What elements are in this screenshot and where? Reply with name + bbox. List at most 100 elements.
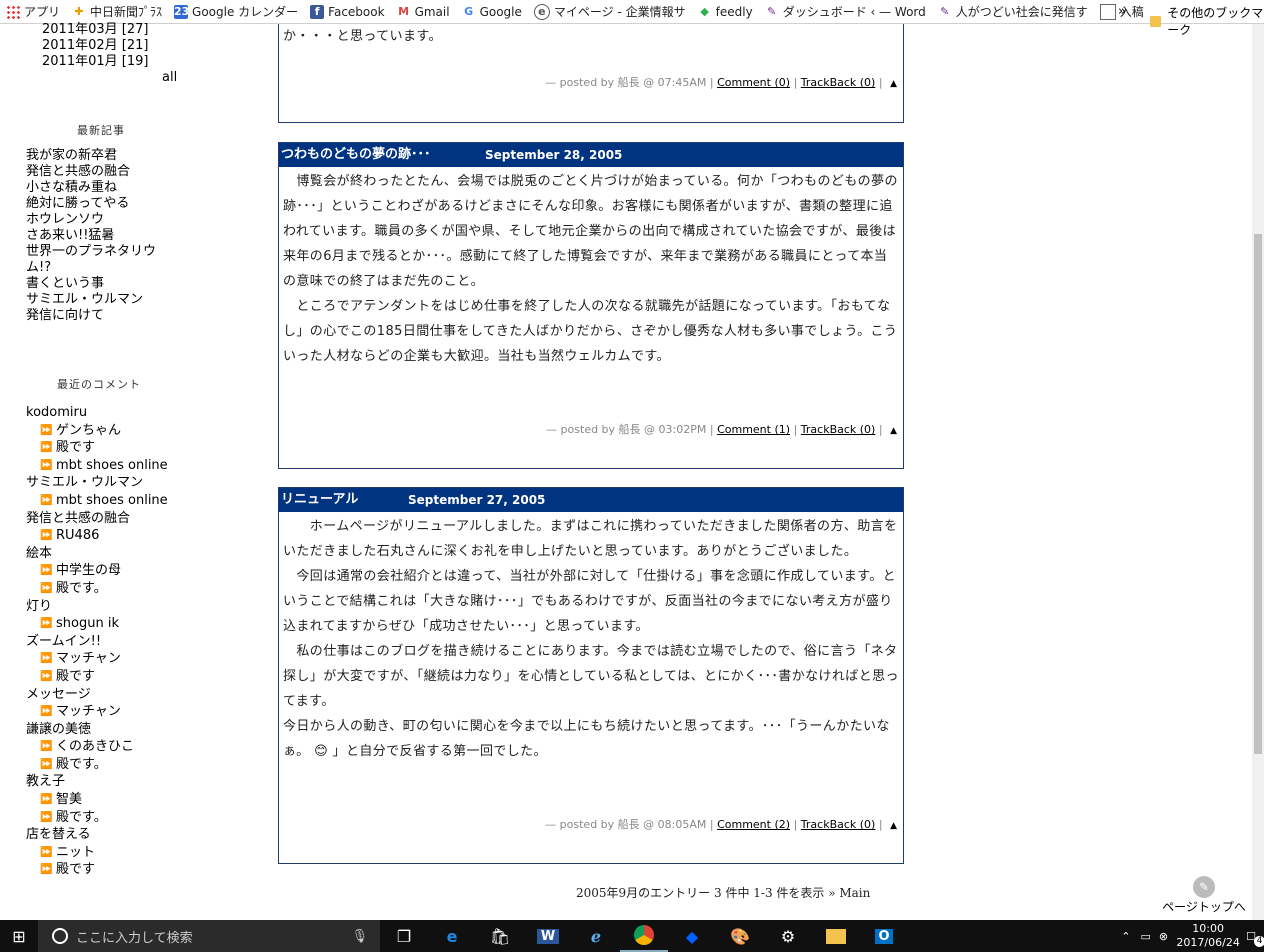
comment-item[interactable]: ⏩ 殿です <box>26 668 226 686</box>
comment-item[interactable]: ⏩ マッチャン <box>26 703 226 721</box>
post-title[interactable]: つわものどもの夢の跡･･･ <box>281 147 431 162</box>
comment-post-title[interactable]: 教え子 <box>26 773 226 791</box>
taskbar-ie[interactable]: ℯ <box>572 920 620 952</box>
recent-post-link[interactable]: サミエル・ウルマン <box>26 292 176 308</box>
comment-link[interactable]: Comment (2) <box>717 818 790 831</box>
scrollbar-thumb[interactable] <box>1254 234 1262 754</box>
comment-item[interactable]: ⏩ 殿です <box>26 439 226 457</box>
post-body: ホームページがリニューアルしました。まずはこれに携わっていただきました関係者の方… <box>279 512 903 764</box>
comment-item[interactable]: ⏩ mbt shoes online <box>26 492 226 510</box>
comment-item[interactable]: ⏩ 中学生の母 <box>26 562 226 580</box>
commenter-name: 中学生の母 <box>56 563 122 579</box>
taskbar-app[interactable]: ⚙ <box>764 920 812 952</box>
taskbar-outlook[interactable]: O <box>860 920 908 952</box>
bookmark-facebook[interactable]: f Facebook <box>310 4 385 19</box>
post-title[interactable]: リニューアル <box>281 492 358 507</box>
post-footer: — posted by 船長 @ 07:45AM | Comment (0) |… <box>545 76 897 89</box>
bookmark-dashboard[interactable]: ✎ ダッシュボード ‹ — Word <box>765 3 926 20</box>
comment-post-title[interactable]: 謙譲の美徳 <box>26 721 226 739</box>
comment-item[interactable]: ⏩ マッチャン <box>26 650 226 668</box>
trackback-link[interactable]: TrackBack (0) <box>801 818 876 831</box>
trackback-link[interactable]: TrackBack (0) <box>801 423 876 436</box>
recent-post-link[interactable]: ホウレンソウ <box>26 212 176 228</box>
taskbar-word[interactable]: W <box>524 920 572 952</box>
taskbar-chrome[interactable] <box>620 920 668 952</box>
comment-post-title[interactable]: 灯り <box>26 598 226 616</box>
chevron-up-icon[interactable]: ⌃ <box>1121 930 1130 943</box>
comment-post-title[interactable]: kodomiru <box>26 404 226 422</box>
post-paragraph: 博覧会が終わったとたん、会場では脱兎のごとく片づけが始まっている。何か「つわもの… <box>283 174 898 289</box>
archive-link[interactable]: 2011年02月 [21] <box>42 38 148 54</box>
comment-item[interactable]: ⏩ shogun ik <box>26 615 226 633</box>
taskbar-edge[interactable]: e <box>428 920 476 952</box>
recent-post-link[interactable]: 書くという事 <box>26 276 176 292</box>
back-to-top-icon[interactable]: ▲ <box>890 79 897 89</box>
post-paragraph: 私の仕事はこのブログを描き続けることにあります。今までは読む立場でしたので、俗に… <box>283 644 899 709</box>
comment-item[interactable]: ⏩ 殿です。 <box>26 809 226 827</box>
taskbar-store[interactable]: 🛍 <box>476 920 524 952</box>
comment-post-title[interactable]: 店を替える <box>26 826 226 844</box>
recent-post-link[interactable]: 絶対に勝ってやる <box>26 196 176 212</box>
microphone-icon[interactable]: 🎙 <box>351 929 368 944</box>
taskbar-search-box[interactable]: ここに入力して検索 🎙 <box>38 920 380 952</box>
back-to-top-icon[interactable]: ▲ <box>890 426 897 436</box>
bookmark-gmail[interactable]: M Gmail <box>397 5 450 19</box>
bookmark-google-calendar[interactable]: 23 Google カレンダー <box>174 3 298 20</box>
taskbar-explorer[interactable] <box>812 920 860 952</box>
archive-all-link[interactable]: all <box>162 70 177 85</box>
task-view-button[interactable]: ❐ <box>380 920 428 952</box>
archive-link[interactable]: 2011年03月 [27] <box>42 22 148 38</box>
taskbar-dropbox[interactable]: ◆ <box>668 920 716 952</box>
trackback-link[interactable]: TrackBack (0) <box>801 76 876 89</box>
bookmark-apps[interactable]: アプリ <box>6 3 60 20</box>
comment-post-title[interactable]: メッセージ <box>26 686 226 704</box>
back-to-top-icon[interactable]: ▲ <box>890 821 897 831</box>
comment-item[interactable]: ⏩ 殿です。 <box>26 756 226 774</box>
network-icon[interactable]: ▭ <box>1141 930 1151 943</box>
comment-post-title[interactable]: 発信と共感の融合 <box>26 510 226 528</box>
comment-item[interactable]: ⏩ ニット <box>26 844 226 862</box>
comment-item[interactable]: ⏩ 殿です <box>26 861 226 879</box>
recent-post-link[interactable]: 発信と共感の融合 <box>26 164 176 180</box>
comment-item[interactable]: ⏩ 智美 <box>26 791 226 809</box>
recent-post-link[interactable]: さあ来い!!猛暑 <box>26 228 176 244</box>
comment-item[interactable]: ⏩ 殿です。 <box>26 580 226 598</box>
comment-link[interactable]: Comment (1) <box>717 423 790 436</box>
comment-link[interactable]: Comment (0) <box>717 76 790 89</box>
recent-post-link[interactable]: ム!? <box>26 260 176 276</box>
comment-item[interactable]: ⏩ mbt shoes online <box>26 457 226 475</box>
bookmark-chunichi[interactable]: ✚ 中日新聞ﾌﾟﾗｽ <box>72 3 162 20</box>
bookmarks-more-button[interactable]: » <box>1118 4 1126 19</box>
comment-post-title[interactable]: ズームイン!! <box>26 633 226 651</box>
bookmark-hito[interactable]: ✎ 人がつどい社会に発信す <box>938 3 1088 20</box>
recent-post-link[interactable]: 世界一のプラネタリウ <box>26 244 176 260</box>
recent-post-link[interactable]: 小さな積み重ね <box>26 180 176 196</box>
taskbar-paint[interactable]: 🎨 <box>716 920 764 952</box>
recent-post-link[interactable]: 発信に向けて <box>26 308 176 324</box>
windows-taskbar: ⊞ ここに入力して検索 🎙 ❐ e 🛍 W ℯ ◆ 🎨 ⚙ O ⌃ ▭ ⊗ 10… <box>0 920 1264 952</box>
comment-post-title[interactable]: 絵本 <box>26 545 226 563</box>
bookmark-google[interactable]: G Google <box>462 5 522 19</box>
comment-item[interactable]: ⏩ RU486 <box>26 527 226 545</box>
outlook-icon: O <box>875 928 893 944</box>
commenter-name: 殿です <box>56 668 96 684</box>
post-paragraph: 今日から人の動き、町の匂いに関心を今まで以上にもち続けたいと思ってます。･･･「… <box>283 719 890 759</box>
taskbar-clock[interactable]: 10:00 2017/06/24 <box>1176 922 1240 950</box>
comment-item[interactable]: ⏩ ゲンちゃん <box>26 422 226 440</box>
action-center-icon[interactable]: ☐ 4 <box>1246 930 1264 947</box>
feedly-icon: ◆ <box>700 4 709 18</box>
archive-link[interactable]: 2011年01月 [19] <box>42 54 148 70</box>
comment-item[interactable]: ⏩ くのあきひこ <box>26 738 226 756</box>
other-bookmarks[interactable]: その他のブックマーク <box>1150 4 1264 38</box>
comment-post-title[interactable]: サミエル・ウルマン <box>26 474 226 492</box>
volume-muted-icon[interactable]: ⊗ <box>1159 930 1168 943</box>
bookmark-feedly[interactable]: ◆ feedly <box>698 4 752 19</box>
start-button[interactable]: ⊞ <box>0 920 38 952</box>
entry-navigation[interactable]: 2005年9月のエントリー 3 件中 1-3 件を表示 » Main <box>576 884 870 901</box>
internet-explorer-icon: ℯ <box>590 926 602 946</box>
post-footer: — posted by 船長 @ 03:02PM | Comment (1) |… <box>546 423 897 436</box>
recent-post-link[interactable]: 我が家の新卒君 <box>26 148 176 164</box>
bookmark-mypage[interactable]: e マイページ - 企業情報サ <box>533 3 686 20</box>
page-top-button[interactable]: ✎ ページトップへ <box>1156 876 1252 915</box>
page-scrollbar[interactable] <box>1252 24 1264 920</box>
